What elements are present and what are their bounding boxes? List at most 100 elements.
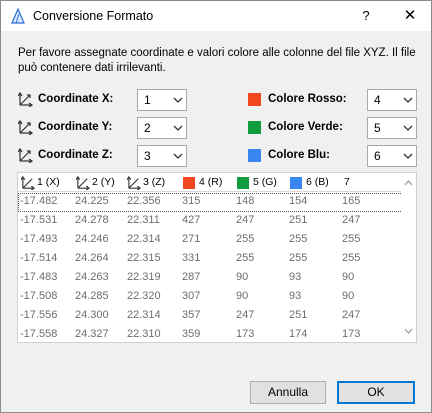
cell: 255 bbox=[289, 252, 308, 264]
coordinate-x-select[interactable]: 1 bbox=[137, 89, 187, 111]
data-preview-table[interactable]: 1 (X) 2 (Y) 3 (Z) 4 (R) 5 (G) 6 (B) 7 -1… bbox=[17, 172, 417, 343]
chevron-down-icon bbox=[173, 125, 183, 131]
coordinate-x-value: 1 bbox=[144, 93, 151, 107]
color-blue-label: Colore Blu: bbox=[268, 149, 330, 161]
chevron-down-icon bbox=[403, 97, 413, 103]
axis-z-icon bbox=[18, 147, 34, 163]
column-header-x[interactable]: 1 (X) bbox=[20, 173, 72, 192]
color-blue-select[interactable]: 6 bbox=[367, 145, 417, 167]
cell: -17.508 bbox=[20, 290, 58, 302]
cell: 174 bbox=[289, 328, 308, 340]
table-row[interactable]: -17.556 24.300 22.314 357 247 251 247 bbox=[18, 307, 403, 326]
color-red-select[interactable]: 4 bbox=[367, 89, 417, 111]
green-swatch-icon bbox=[248, 121, 261, 134]
blue-swatch-icon bbox=[290, 177, 302, 189]
cell: 24.263 bbox=[75, 271, 109, 283]
cell: 357 bbox=[182, 309, 201, 321]
scroll-up-icon[interactable] bbox=[404, 179, 413, 186]
cell: 24.225 bbox=[75, 195, 109, 207]
column-header-r[interactable]: 4 (R) bbox=[182, 173, 234, 192]
table-row[interactable]: -17.558 24.327 22.310 359 173 174 173 bbox=[18, 326, 403, 342]
title-bar: Conversione Formato ? ✕ bbox=[1, 1, 431, 31]
cell: 148 bbox=[236, 195, 255, 207]
cell: 247 bbox=[236, 214, 255, 226]
table-row[interactable]: -17.508 24.285 22.320 307 90 93 90 bbox=[18, 288, 403, 307]
cell: 427 bbox=[182, 214, 201, 226]
column-header-g[interactable]: 5 (G) bbox=[236, 173, 288, 192]
column-header-label: 5 (G) bbox=[253, 176, 277, 188]
column-header-z[interactable]: 3 (Z) bbox=[126, 173, 178, 192]
column-header-label: 1 (X) bbox=[37, 176, 60, 188]
cell: 90 bbox=[342, 290, 355, 302]
cell: 22.314 bbox=[127, 309, 161, 321]
column-header-7[interactable]: 7 bbox=[342, 173, 382, 192]
column-header-label: 7 bbox=[344, 176, 350, 188]
cell: 90 bbox=[236, 271, 249, 283]
window-title: Conversione Formato bbox=[33, 9, 154, 23]
cell: 24.278 bbox=[75, 214, 109, 226]
table-row[interactable]: -17.531 24.278 22.311 427 247 251 247 bbox=[18, 212, 403, 231]
cell: 331 bbox=[182, 252, 201, 264]
coordinate-z-select[interactable]: 3 bbox=[137, 145, 187, 167]
coordinate-z-label: Coordinate Z: bbox=[38, 149, 113, 161]
table-row[interactable]: -17.514 24.264 22.315 331 255 255 255 bbox=[18, 250, 403, 269]
cell: 24.327 bbox=[75, 328, 109, 340]
cell: -17.556 bbox=[20, 309, 58, 321]
coordinate-z-value: 3 bbox=[144, 149, 151, 163]
cell: 359 bbox=[182, 328, 201, 340]
coordinate-y-select[interactable]: 2 bbox=[137, 117, 187, 139]
axis-y-icon bbox=[76, 175, 91, 190]
cell: 93 bbox=[289, 271, 302, 283]
cell: 307 bbox=[182, 290, 201, 302]
cell: 255 bbox=[236, 252, 255, 264]
help-button[interactable]: ? bbox=[351, 3, 381, 29]
chevron-down-icon bbox=[173, 97, 183, 103]
axis-x-icon bbox=[18, 91, 34, 107]
app-logo-icon bbox=[11, 8, 25, 24]
cell: 247 bbox=[236, 309, 255, 321]
scroll-down-icon[interactable] bbox=[404, 328, 413, 335]
cell: 255 bbox=[342, 252, 361, 264]
cell: 173 bbox=[342, 328, 361, 340]
close-button[interactable]: ✕ bbox=[393, 3, 427, 29]
blue-swatch-icon bbox=[248, 149, 261, 162]
cancel-button[interactable]: Annulla bbox=[250, 381, 326, 404]
table-row[interactable]: -17.493 24.246 22.314 271 255 255 255 bbox=[18, 231, 403, 250]
cell: -17.483 bbox=[20, 271, 58, 283]
cell: 22.320 bbox=[127, 290, 161, 302]
coordinate-y-value: 2 bbox=[144, 121, 151, 135]
cell: -17.558 bbox=[20, 328, 58, 340]
cell: 255 bbox=[236, 233, 255, 245]
cell: -17.531 bbox=[20, 214, 58, 226]
cell: 154 bbox=[289, 195, 308, 207]
vertical-scrollbar[interactable] bbox=[401, 173, 416, 342]
cell: 22.315 bbox=[127, 252, 161, 264]
cell: 24.264 bbox=[75, 252, 109, 264]
red-swatch-icon bbox=[183, 177, 195, 189]
cell: 251 bbox=[289, 214, 308, 226]
column-header-label: 4 (R) bbox=[199, 176, 223, 188]
color-red-label: Colore Rosso: bbox=[268, 93, 347, 105]
cell: 90 bbox=[236, 290, 249, 302]
cell: 22.311 bbox=[127, 214, 160, 226]
table-row[interactable]: -17.483 24.263 22.319 287 90 93 90 bbox=[18, 269, 403, 288]
axis-z-icon bbox=[127, 175, 142, 190]
chevron-down-icon bbox=[403, 125, 413, 131]
ok-button[interactable]: OK bbox=[337, 381, 415, 404]
color-red-value: 4 bbox=[374, 93, 381, 107]
cell: 22.310 bbox=[127, 328, 161, 340]
axis-x-icon bbox=[21, 175, 36, 190]
green-swatch-icon bbox=[237, 177, 249, 189]
column-header-b[interactable]: 6 (B) bbox=[289, 173, 341, 192]
color-blue-value: 6 bbox=[374, 149, 381, 163]
column-header-y[interactable]: 2 (Y) bbox=[75, 173, 127, 192]
column-header-label: 6 (B) bbox=[306, 176, 329, 188]
color-green-value: 5 bbox=[374, 121, 381, 135]
cell: 93 bbox=[289, 290, 302, 302]
cell: 22.314 bbox=[127, 233, 161, 245]
cell: 22.356 bbox=[127, 195, 161, 207]
cell: 315 bbox=[182, 195, 201, 207]
cell: -17.493 bbox=[20, 233, 58, 245]
table-row[interactable]: -17.482 24.225 22.356 315 148 154 165 bbox=[18, 193, 403, 212]
color-green-select[interactable]: 5 bbox=[367, 117, 417, 139]
